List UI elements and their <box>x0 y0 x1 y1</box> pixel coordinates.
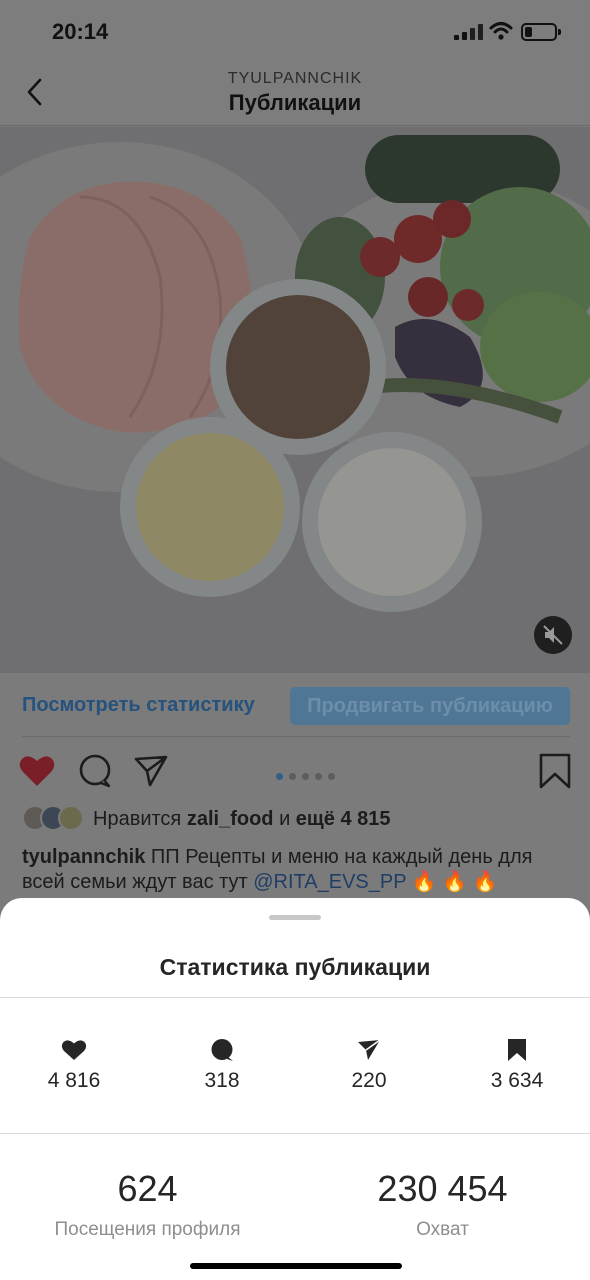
post-footer: Посмотреть статистику Продвигать публика… <box>0 673 590 903</box>
cellular-signal-icon <box>454 24 484 40</box>
comment-icon[interactable] <box>76 753 114 789</box>
wifi-icon <box>489 22 513 40</box>
shares-value: 220 <box>351 1069 387 1092</box>
metric-shares: 220 <box>309 1038 429 1093</box>
liker-avatars <box>22 805 86 833</box>
share-icon <box>358 1039 381 1060</box>
post-media[interactable] <box>0 127 590 673</box>
view-insights-link[interactable]: Посмотреть статистику <box>22 694 255 717</box>
sheet-grabber[interactable] <box>269 915 321 920</box>
mute-icon[interactable] <box>534 616 572 654</box>
divider <box>0 1133 590 1134</box>
reach-label: Охват <box>416 1219 469 1240</box>
comments-value: 318 <box>204 1069 240 1092</box>
status-time: 20:14 <box>52 19 109 44</box>
home-indicator[interactable] <box>190 1263 402 1269</box>
comment-icon <box>211 1039 233 1061</box>
metric-saves: 3 634 <box>457 1038 577 1093</box>
battery-icon <box>521 23 561 41</box>
page-title: Публикации <box>228 90 362 115</box>
profile-visits-stat: 624 Посещения профиля <box>0 1168 295 1241</box>
fire-emoji: 🔥 🔥 🔥 <box>411 871 498 893</box>
post-caption: tyulpannchik ПП Рецепты и меню на каждый… <box>22 846 533 893</box>
reach-stat: 230 454 Охват <box>295 1168 590 1241</box>
likes-summary: Нравится zali_food и ещё 4 815 <box>93 808 391 830</box>
status-bar: 20:14 <box>0 0 590 62</box>
heart-icon <box>61 1040 87 1060</box>
nav-bar: TYULPANNCHIK Публикации <box>0 62 590 126</box>
promote-button[interactable]: Продвигать публикацию <box>290 687 570 725</box>
insights-sheet: Статистика публикации 4 816 318 220 3 63… <box>0 898 590 1280</box>
share-icon[interactable] <box>132 753 170 789</box>
likes-value: 4 816 <box>47 1069 101 1092</box>
bookmark-icon <box>508 1039 526 1061</box>
profile-visits-label: Посещения профиля <box>54 1219 241 1240</box>
likes-count[interactable]: ещё 4 815 <box>296 808 391 830</box>
divider <box>22 736 570 737</box>
profile-visits-value: 624 <box>117 1168 178 1209</box>
metric-comments: 318 <box>162 1038 282 1093</box>
saves-value: 3 634 <box>490 1069 544 1092</box>
like-heart-icon[interactable] <box>18 753 56 789</box>
divider <box>0 997 590 998</box>
caption-username[interactable]: tyulpannchik <box>22 846 145 868</box>
bookmark-icon[interactable] <box>536 753 574 789</box>
sheet-title: Статистика публикации <box>159 954 431 980</box>
caption-mention[interactable]: @RITA_EVS_PP <box>253 871 406 893</box>
nav-account-name: TYULPANNCHIK <box>227 70 363 87</box>
metric-likes: 4 816 <box>14 1038 134 1093</box>
carousel-dots <box>276 767 346 780</box>
liker-username[interactable]: zali_food <box>187 808 274 830</box>
reach-value: 230 454 <box>377 1168 508 1209</box>
